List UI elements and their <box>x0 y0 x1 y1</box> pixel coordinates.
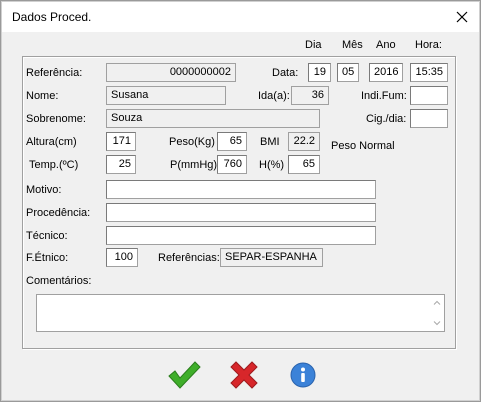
cig-dia-label: Cig./dia: <box>366 113 407 125</box>
pressao-label: P(mmHg) <box>170 159 218 171</box>
tecnico-field[interactable] <box>106 226 376 245</box>
data-label: Data: <box>272 67 299 79</box>
tecnico-label: Técnico: <box>26 230 68 242</box>
comentarios-textarea[interactable] <box>36 294 445 332</box>
referencias-field: SEPAR-ESPANHA <box>220 248 323 267</box>
indi-fum-label: Indi.Fum: <box>361 90 407 102</box>
referencia-label: Referência: <box>26 67 83 79</box>
bmi-field: 22.2 <box>288 132 320 151</box>
day-field[interactable]: 19 <box>308 63 331 82</box>
sobrenome-label: Sobrenome: <box>26 113 86 125</box>
referencias-label: Referências: <box>158 252 220 264</box>
motivo-label: Motivo: <box>26 184 62 196</box>
peso-label: Peso(Kg) <box>169 136 215 148</box>
window-title: Dados Proced. <box>12 10 92 24</box>
umidade-field[interactable]: 65 <box>288 155 320 174</box>
comentarios-label: Comentários: <box>26 275 92 287</box>
dialog-window: Dados Proced. Dia Mês Ano Hora: Referênc… <box>0 0 481 402</box>
etnico-field[interactable]: 100 <box>106 248 138 267</box>
day-header: Dia <box>305 39 322 51</box>
sobrenome-field: Souza <box>106 109 320 128</box>
idade-field: 36 <box>291 86 329 105</box>
umidade-label: H(%) <box>259 159 285 171</box>
time-field[interactable]: 15:35 <box>410 63 448 82</box>
hour-header: Hora: <box>415 39 442 51</box>
year-field[interactable]: 2016 <box>369 63 403 82</box>
motivo-field[interactable] <box>106 180 376 199</box>
procedencia-label: Procedência: <box>26 207 91 219</box>
confirm-checkmark-icon[interactable] <box>167 360 201 390</box>
year-header: Ano <box>376 39 396 51</box>
procedencia-field[interactable] <box>106 203 376 222</box>
indi-fum-field[interactable] <box>410 86 448 105</box>
idade-label: Ida(a): <box>258 90 290 102</box>
bmi-status: Peso Normal <box>331 140 395 152</box>
scroll-up-icon[interactable] <box>433 299 441 307</box>
temp-label: Temp.(ºC) <box>29 159 79 171</box>
nome-field: Susana <box>106 86 226 105</box>
peso-field[interactable]: 65 <box>217 132 247 151</box>
month-field[interactable]: 05 <box>337 63 359 82</box>
month-header: Mês <box>342 39 363 51</box>
comentarios-scrollbar[interactable] <box>430 295 444 331</box>
temp-field[interactable]: 25 <box>106 155 136 174</box>
scroll-down-icon[interactable] <box>433 319 441 327</box>
altura-field[interactable]: 171 <box>106 132 136 151</box>
bmi-label: BMI <box>260 136 280 148</box>
close-icon[interactable] <box>453 8 471 26</box>
altura-label: Altura(cm) <box>26 136 77 148</box>
pressao-field[interactable]: 760 <box>217 155 247 174</box>
title-bar: Dados Proced. <box>2 2 479 32</box>
referencia-field: 0000000002 <box>106 63 236 82</box>
info-icon[interactable] <box>290 362 316 388</box>
nome-label: Nome: <box>26 90 59 102</box>
cancel-x-icon[interactable] <box>229 360 259 390</box>
cig-dia-field[interactable] <box>410 109 448 128</box>
etnico-label: F.Étnico: <box>26 252 69 264</box>
